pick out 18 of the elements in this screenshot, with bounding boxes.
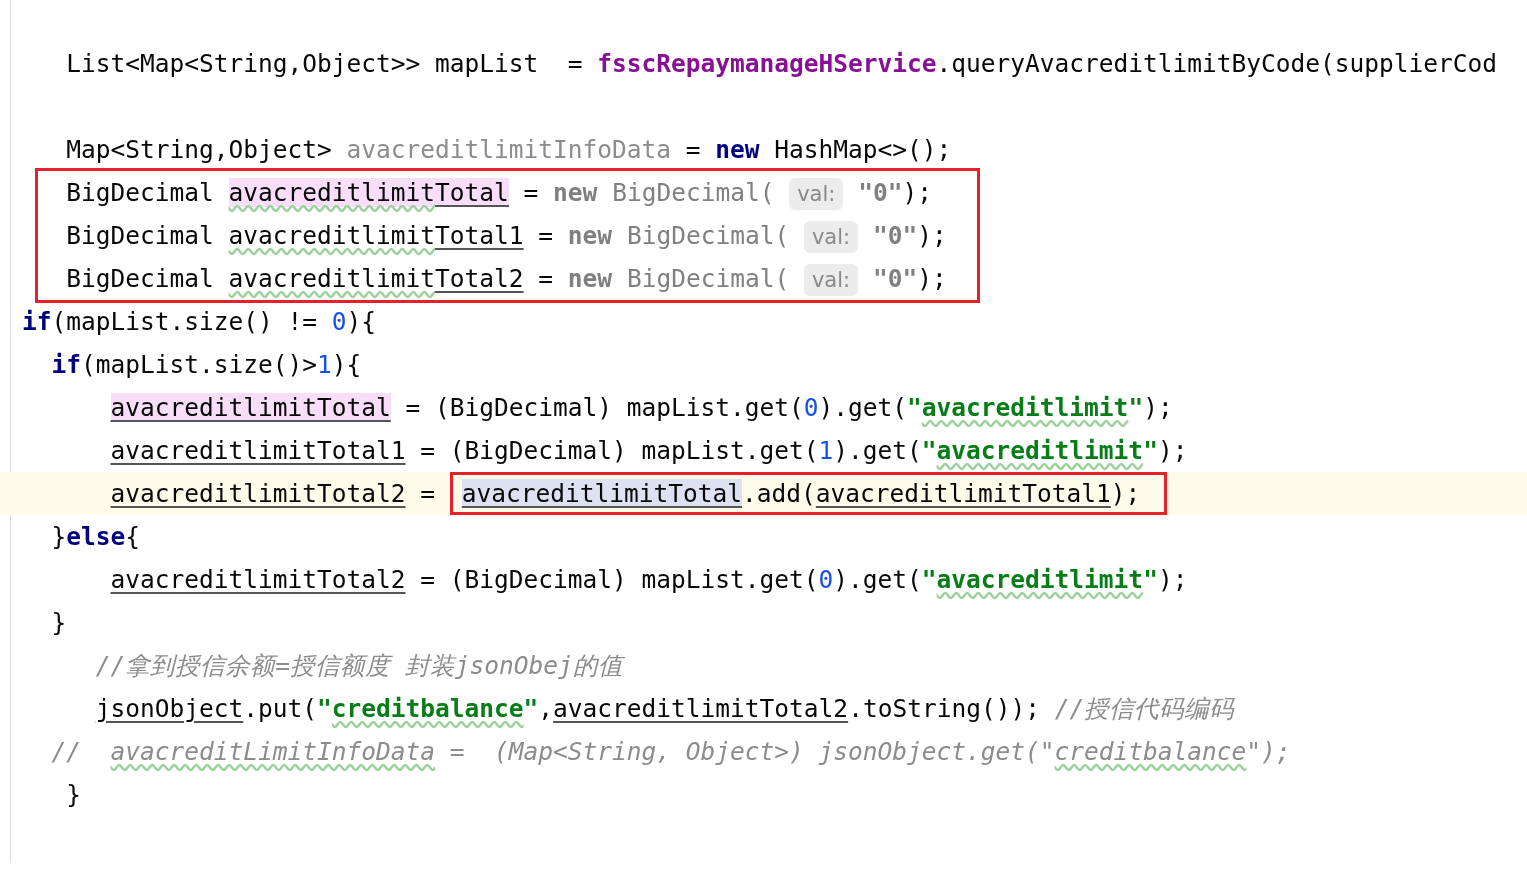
code-text: Map<String,Object> avacreditlimitInfoData = new HashMap<>(); xyxy=(65,135,952,164)
code-text: } xyxy=(50,608,67,637)
code-text: if(mapList.size()>1){ xyxy=(50,350,362,379)
code-text: if(mapList.size() != 0){ xyxy=(22,307,377,336)
code-text: avacreditlimitTotal = (BigDecimal) mapList.get(0).get("avacreditlimit"); xyxy=(109,393,1173,422)
code-text: }else{ xyxy=(50,522,141,551)
code-text: jsonObject.put("creditbalance",avacreditlimitTotal2.toString()); //授信代码编码 xyxy=(94,694,1235,723)
code-text: avacreditlimitTotal2 = (BigDecimal) mapList.get(0).get("avacreditlimit"); xyxy=(109,565,1188,594)
code-text: BigDecimal avacreditlimitTotal1 = new BigDecimal( val: "0"); xyxy=(22,221,947,250)
code-text: BigDecimal avacreditlimitTotal2 = new BigDecimal( val: "0"); xyxy=(22,264,947,293)
code-text: BigDecimal avacreditlimitTotal = new BigDecimal( val: "0"); xyxy=(22,178,932,207)
annotation-frame: avacreditlimitTotal.add(avacreditlimitTotal1); xyxy=(449,472,1168,515)
code-text: avacreditlimitTotal1 = (BigDecimal) mapList.get(1).get("avacreditlimit"); xyxy=(109,436,1188,465)
code-text: // avacreditLimitInfoData = (Map<String, Object>) jsonObject.get("creditbalance"); xyxy=(50,737,1291,766)
code-text: } xyxy=(65,780,82,809)
code-text: avacreditlimitTotal2 = xyxy=(109,479,437,508)
code-text: //拿到授信余额=授信额度 封装jsonObej的值 xyxy=(94,651,623,680)
code-text: List<Map<String,Object>> mapList = fsscRepaymanageHService.queryAvacreditlimitByCode(supplierCod xyxy=(65,49,1498,78)
